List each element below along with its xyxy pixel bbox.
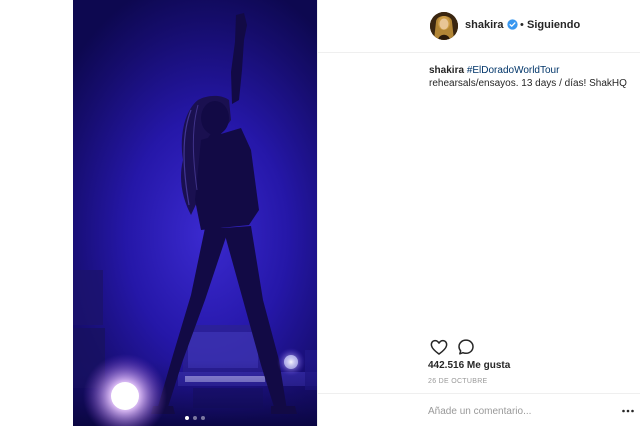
- carousel-dot[interactable]: [185, 416, 189, 420]
- separator-dot: •: [520, 19, 524, 31]
- carousel-dot[interactable]: [201, 416, 205, 420]
- post-timestamp[interactable]: 26 DE OCTUBRE: [428, 378, 488, 385]
- following-button[interactable]: Siguiendo: [527, 19, 580, 31]
- verified-badge-icon: [507, 19, 518, 30]
- likes-count[interactable]: 442.516 Me gusta: [428, 360, 510, 371]
- action-bar: [429, 337, 634, 359]
- avatar[interactable]: [430, 12, 458, 40]
- post-caption: shakira #ElDoradoWorldTour rehearsals/en…: [429, 64, 634, 90]
- heart-icon[interactable]: [429, 337, 449, 357]
- comment-input[interactable]: [428, 404, 608, 418]
- carousel-dot[interactable]: [193, 416, 197, 420]
- header-username[interactable]: shakira: [465, 19, 504, 31]
- comment-icon[interactable]: [456, 337, 476, 357]
- more-options-icon[interactable]: [622, 408, 634, 414]
- caption-hashtag[interactable]: #ElDoradoWorldTour: [467, 65, 560, 76]
- caption-username[interactable]: shakira: [429, 65, 464, 76]
- post-header: shakira • Siguiendo: [318, 0, 640, 53]
- post-photo[interactable]: [73, 0, 317, 426]
- comment-bar: [317, 393, 640, 427]
- concert-photo: [73, 13, 317, 426]
- instagram-post-page: shakira • Siguiendo shakira #ElDoradoWor…: [0, 0, 640, 426]
- caption-text: rehearsals/ensayos. 13 days / días! Shak…: [429, 78, 627, 89]
- carousel-indicator: [73, 416, 317, 420]
